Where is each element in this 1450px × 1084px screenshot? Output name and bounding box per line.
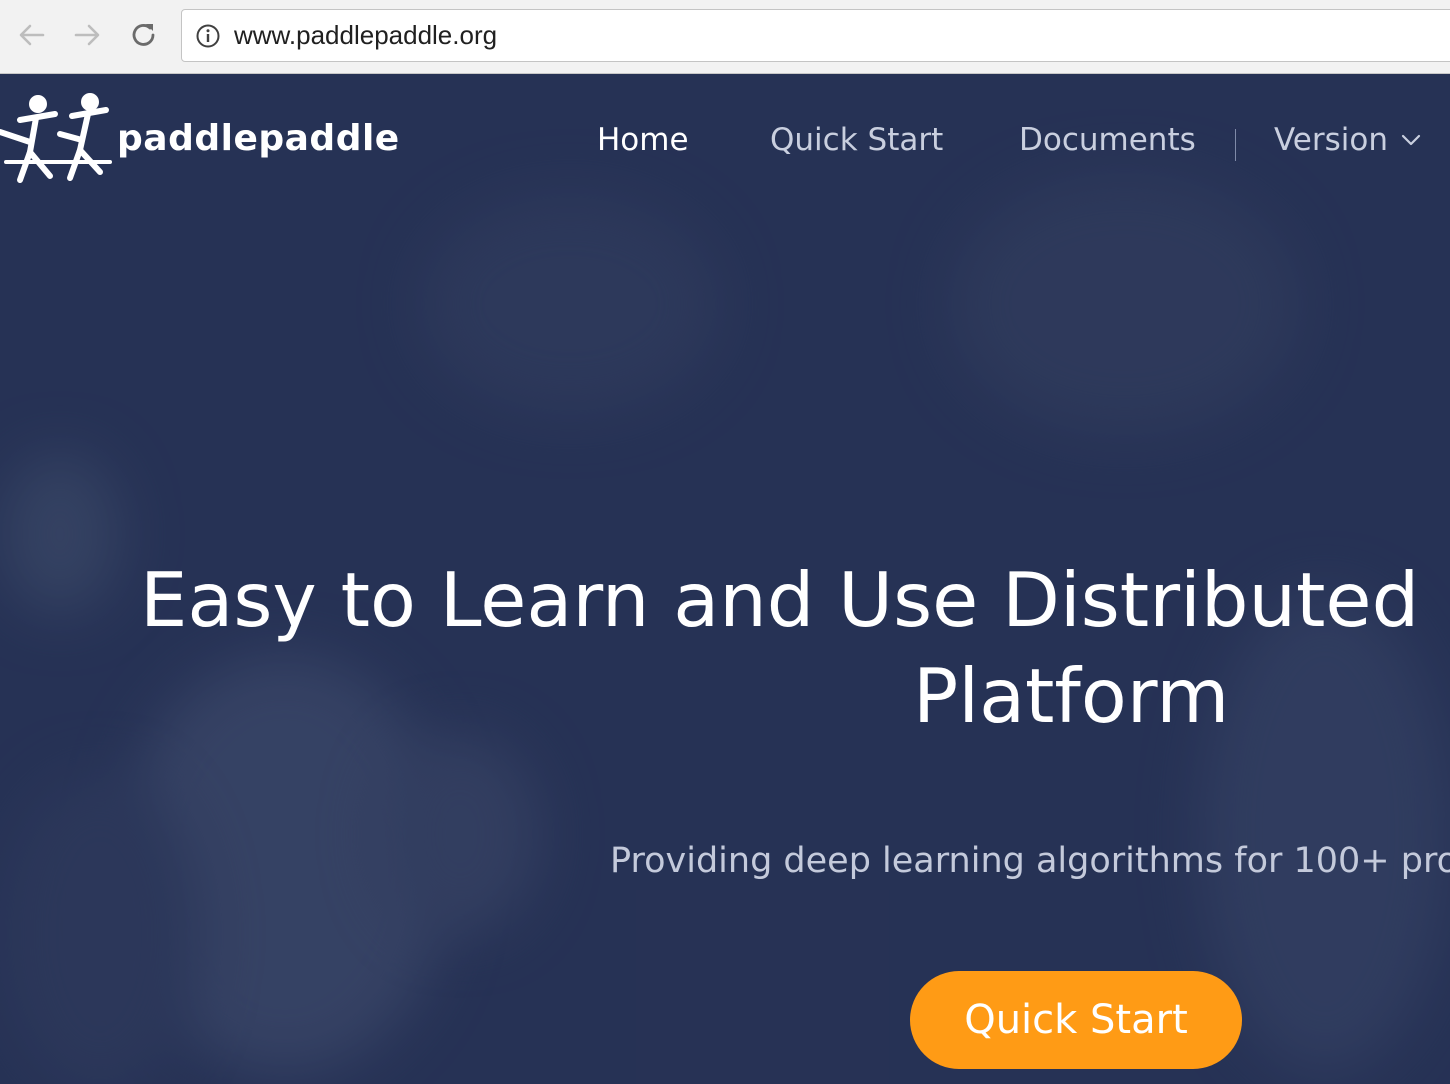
nav-home-link[interactable]: Home	[597, 122, 689, 158]
browser-toolbar: www.paddlepaddle.org	[0, 0, 1450, 74]
chevron-down-icon	[1401, 134, 1421, 146]
hero-subline: Providing deep learning algorithms for 1…	[610, 841, 1450, 881]
hero-headline-line2: Platform	[913, 652, 1230, 740]
nav-version-label: Version	[1274, 122, 1388, 158]
hero-headline: Easy to Learn and Use Distributed Platfo…	[140, 552, 1450, 744]
hero-headline-line1: Easy to Learn and Use Distributed	[140, 556, 1420, 644]
url-text: www.paddlepaddle.org	[234, 20, 498, 50]
paddlepaddle-logo[interactable]: paddlepaddle	[0, 92, 420, 202]
hero-section: paddlepaddle Home Quick Start Documents …	[0, 74, 1450, 1084]
nav-documents-link[interactable]: Documents	[1019, 122, 1196, 158]
back-button[interactable]	[15, 18, 49, 52]
nav-divider	[1235, 129, 1236, 161]
forward-arrow-icon	[74, 24, 100, 46]
logo-wordmark: paddlepaddle	[117, 118, 400, 159]
reload-icon	[132, 24, 155, 46]
back-arrow-icon	[19, 24, 45, 46]
reload-button[interactable]	[127, 18, 161, 52]
forward-button[interactable]	[70, 18, 104, 52]
address-bar[interactable]: www.paddlepaddle.org	[181, 9, 1450, 62]
nav-version-dropdown[interactable]: Version	[1274, 122, 1422, 158]
quick-start-button[interactable]: Quick Start	[910, 971, 1242, 1069]
paddlers-logo-icon	[0, 93, 112, 183]
nav-quick-start-link[interactable]: Quick Start	[770, 122, 943, 158]
info-icon[interactable]	[196, 24, 220, 48]
